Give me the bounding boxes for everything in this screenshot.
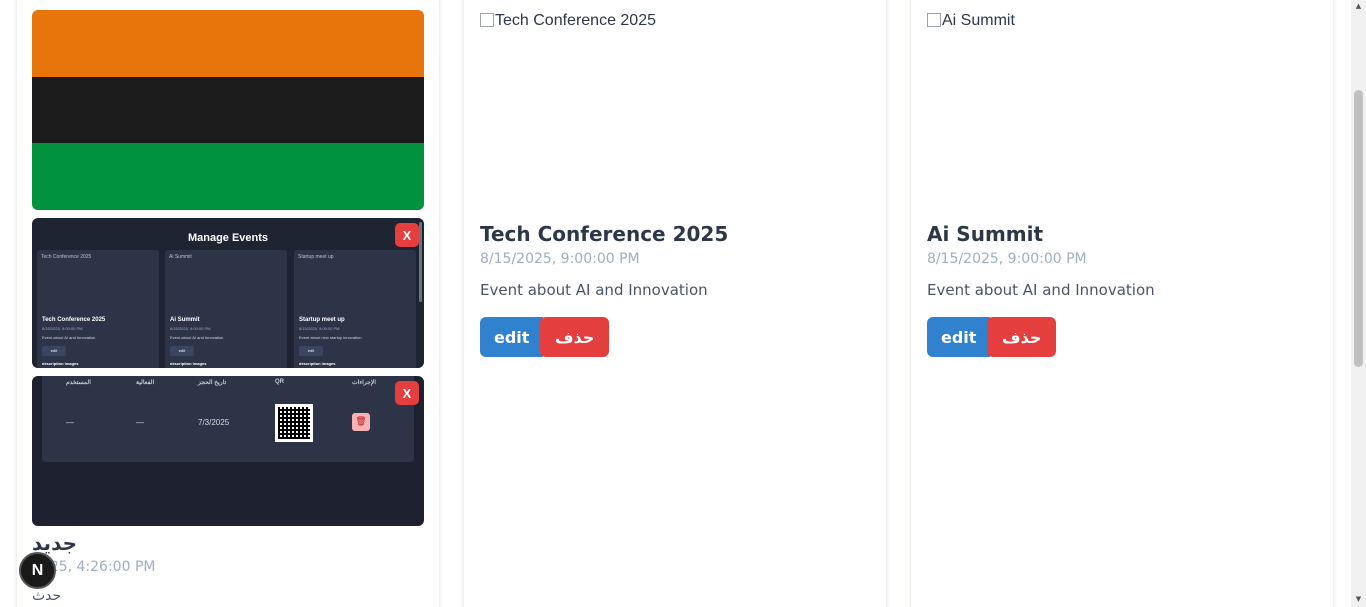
delete-button[interactable]: حذف <box>987 317 1057 357</box>
mini-table-cell: — <box>66 418 74 427</box>
event-title: Tech Conference 2025 <box>480 222 729 246</box>
event-image: Tech Conference 2025 <box>480 12 656 30</box>
mini-table-header: QR <box>275 379 284 385</box>
edit-button[interactable]: edit <box>927 317 991 357</box>
event-date: 8/15/2025, 9:00:00 PM <box>480 251 640 267</box>
remove-image-button[interactable]: X <box>395 223 419 247</box>
page-scrollbar[interactable]: ▲ ▼ <box>1351 0 1366 607</box>
qr-code-icon <box>275 404 313 442</box>
mini-event-desc: Event about new startup innovation <box>299 335 362 340</box>
mini-event-card: Startup meet up Startup meet up 8/15/202… <box>294 250 416 368</box>
scroll-up-icon[interactable]: ▲ <box>1354 2 1363 11</box>
edit-button[interactable]: edit <box>480 317 544 357</box>
description-image-manage-events: Manage Events Tech Conference 2025 Tech … <box>32 218 424 368</box>
mini-event-name: Ai Summit <box>170 317 200 323</box>
event-card-ai-summit <box>910 0 1334 607</box>
image-alt-text: Ai Summit <box>942 12 1015 29</box>
page: Manage Events Tech Conference 2025 Tech … <box>0 0 1366 607</box>
mini-edit-button: edit <box>42 346 66 356</box>
mini-table-cell: 7/3/2025 <box>198 418 230 427</box>
event-description: حدث <box>32 588 62 604</box>
mini-table-cell: — <box>136 418 144 427</box>
mini-event-date: 8/15/2025, 9:00:00 PM <box>299 326 340 331</box>
broken-image-icon <box>480 13 494 27</box>
mini-image-alt: Tech Conference 2025 <box>41 254 92 260</box>
mini-event-desc: Event about AI and Innovation <box>170 335 224 340</box>
mini-footer-text: description images <box>299 361 336 366</box>
scroll-down-icon[interactable]: ▼ <box>1354 595 1363 604</box>
event-title: Ai Summit <box>927 222 1044 246</box>
mini-event-name: Startup meet up <box>299 317 345 323</box>
broken-image-icon <box>927 13 941 27</box>
nextjs-badge-icon[interactable]: N <box>19 552 56 589</box>
mini-page-title: Manage Events <box>187 232 269 244</box>
mini-event-desc: Event about AI and Innovation <box>42 335 96 340</box>
mini-event-date: 8/15/2025, 9:00:00 PM <box>42 326 83 331</box>
scrollbar-thumb[interactable] <box>1354 90 1363 367</box>
event-date: 8/15/2025, 9:00:00 PM <box>927 251 1087 267</box>
mini-image-alt: Startup meet up <box>298 254 334 260</box>
mini-scrollbar <box>419 222 422 302</box>
mini-event-card: Tech Conference 2025 Tech Conference 202… <box>37 250 159 368</box>
mini-event-name: Tech Conference 2025 <box>42 317 106 323</box>
event-description: Event about AI and Innovation <box>927 281 1155 299</box>
mini-image-alt: Ai Summit <box>169 254 192 260</box>
mini-edit-button: edit <box>170 346 194 356</box>
mini-bookings-table: المستخدم الفعالية تاريخ الحجز QR الإجراء… <box>42 376 414 462</box>
trash-icon: 🗑 <box>352 413 370 431</box>
mini-table-header: الفعالية <box>136 380 155 386</box>
mini-table-header: المستخدم <box>66 380 91 386</box>
event-description: Event about AI and Innovation <box>480 281 708 299</box>
event-image: Ai Summit <box>927 12 1015 30</box>
event-image-flag <box>32 10 424 210</box>
image-alt-text: Tech Conference 2025 <box>495 12 656 29</box>
mini-footer-text: description images <box>170 361 207 366</box>
event-card-tech-conference <box>463 0 887 607</box>
delete-button[interactable]: حذف <box>540 317 610 357</box>
mini-table-header: تاريخ الحجز <box>198 380 227 386</box>
description-image-bookings-table: المستخدم الفعالية تاريخ الحجز QR الإجراء… <box>32 376 424 526</box>
remove-image-button[interactable]: X <box>395 381 419 405</box>
mini-edit-button: edit <box>299 346 323 356</box>
mini-footer-text: description images <box>42 361 79 366</box>
mini-event-card: Ai Summit Ai Summit 8/15/2025, 9:00:00 P… <box>165 250 287 368</box>
mini-event-date: 8/15/2025, 9:00:00 PM <box>170 326 211 331</box>
mini-table-header: الإجراءات <box>352 380 376 386</box>
